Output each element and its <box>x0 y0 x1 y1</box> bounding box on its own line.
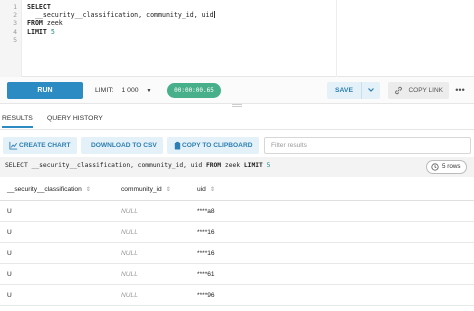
sort-icon[interactable]: ⇕ <box>86 187 91 193</box>
sql-number: 5 <box>50 27 55 36</box>
chevron-down-icon: ▼ <box>146 88 152 94</box>
code-line: LIMIT 5 <box>27 28 215 36</box>
column-header[interactable]: community_id ⇕ <box>121 186 171 193</box>
table-cell: U <box>7 208 12 215</box>
limit-label: LIMIT: <box>95 87 114 94</box>
table-cell: NULL <box>121 292 138 299</box>
table-cell: ****16 <box>197 229 215 236</box>
column-header-label: uid <box>197 186 206 193</box>
chevron-down-icon <box>368 88 374 92</box>
line-number: 3 <box>13 19 17 28</box>
table-cell: ****96 <box>197 292 215 299</box>
table-cell: NULL <box>121 250 138 257</box>
query-text: zeek <box>221 162 244 169</box>
row-count: 5 rows <box>442 163 461 170</box>
row-count-badge: 5 rows <box>426 160 467 174</box>
table-cell: ****61 <box>197 271 215 278</box>
copy-link-label: COPY LINK <box>408 87 443 94</box>
clock-icon <box>431 163 439 171</box>
column-header-label: community_id <box>121 186 162 193</box>
column-header-label: __security__classification <box>7 186 82 193</box>
chart-icon <box>9 141 18 150</box>
tab-results[interactable]: RESULTS <box>2 115 33 128</box>
clipboard-icon <box>174 141 181 150</box>
code-area[interactable]: SELECT __security__classification, commu… <box>27 3 215 36</box>
execution-timer: 00:00:00.65 <box>167 83 221 98</box>
download-csv-button[interactable]: DOWNLOAD TO CSV <box>81 137 163 154</box>
save-button-group: SAVE <box>327 82 380 99</box>
table-cell: U <box>7 250 12 257</box>
table-cell: NULL <box>121 271 138 278</box>
line-number: 1 <box>13 3 17 11</box>
create-chart-label: CREATE CHART <box>19 142 71 149</box>
table-row: U NULL ****16 <box>0 222 474 243</box>
sql-keyword: SELECT <box>27 3 51 11</box>
table-row: U NULL ****16 <box>0 243 474 264</box>
result-tabs: RESULTS QUERY HISTORY <box>0 110 474 130</box>
filter-results-input[interactable] <box>264 137 471 154</box>
copy-clipboard-button[interactable]: COPY TO CLIPBOARD <box>167 137 259 154</box>
sql-number: 5 <box>262 162 271 169</box>
column-header[interactable]: uid ⇕ <box>197 186 215 193</box>
sql-keyword: LIMIT <box>27 27 47 36</box>
copy-link-button[interactable]: COPY LINK <box>388 82 449 99</box>
executed-query: SELECT __security__classification, commu… <box>5 162 270 169</box>
line-number-gutter: 1 2 3 4 5 <box>0 0 22 77</box>
text-cursor <box>213 11 215 19</box>
code-line: __security__classification, community_id… <box>27 11 215 19</box>
sql-keyword: FROM <box>205 162 222 169</box>
result-actions: CREATE CHART DOWNLOAD TO CSV COPY TO CLI… <box>0 137 474 157</box>
tab-query-history[interactable]: QUERY HISTORY <box>47 115 103 122</box>
sql-keyword: LIMIT <box>243 162 263 169</box>
line-number: 4 <box>13 27 17 36</box>
line-number: 5 <box>13 35 17 44</box>
table-cell: NULL <box>121 229 138 236</box>
table-cell: U <box>7 229 12 236</box>
line-number: 2 <box>13 11 17 20</box>
copy-clipboard-label: COPY TO CLIPBOARD <box>182 142 253 149</box>
code-text: __security__classification, community_id… <box>27 11 214 20</box>
editor-ruler <box>336 0 337 77</box>
limit-selector[interactable]: LIMIT: 1 000 ▼ <box>95 82 151 99</box>
sql-editor[interactable]: 1 2 3 4 5 SELECT __security__classificat… <box>0 0 474 77</box>
table-cell: ****a8 <box>197 208 215 215</box>
code-line: FROM zeek <box>27 19 215 27</box>
download-csv-label: DOWNLOAD TO CSV <box>91 142 157 149</box>
table-header: __security__classification ⇕ community_id… <box>0 181 474 201</box>
save-button[interactable]: SAVE <box>327 82 361 99</box>
sql-keyword: FROM <box>27 19 43 28</box>
results-table: __security__classification ⇕ community_id… <box>0 181 474 306</box>
create-chart-button[interactable]: CREATE CHART <box>3 137 77 154</box>
table-cell: U <box>7 292 12 299</box>
resize-handle[interactable] <box>232 104 242 108</box>
save-dropdown-button[interactable] <box>361 82 380 99</box>
table-cell: ****16 <box>197 250 215 257</box>
table-cell: U <box>7 271 12 278</box>
executed-query-bar: SELECT __security__classification, commu… <box>0 157 474 177</box>
table-row: U NULL ****61 <box>0 264 474 285</box>
query-text: SELECT __security__classification, commu… <box>5 162 206 169</box>
code-text: zeek <box>42 19 63 28</box>
sort-icon[interactable]: ⇕ <box>166 187 171 193</box>
table-row: U NULL ****96 <box>0 285 474 306</box>
code-line: SELECT <box>27 3 215 11</box>
run-button[interactable]: RUN <box>7 82 83 99</box>
sort-icon[interactable]: ⇕ <box>210 187 215 193</box>
query-toolbar: RUN LIMIT: 1 000 ▼ 00:00:00.65 SAVE COPY L… <box>0 77 474 104</box>
link-icon <box>395 86 402 95</box>
limit-value: 1 000 <box>121 87 139 94</box>
table-row: U NULL ****a8 <box>0 201 474 222</box>
column-header[interactable]: __security__classification ⇕ <box>7 186 91 193</box>
table-cell: NULL <box>121 208 138 215</box>
more-options-button[interactable]: ••• <box>453 82 467 99</box>
